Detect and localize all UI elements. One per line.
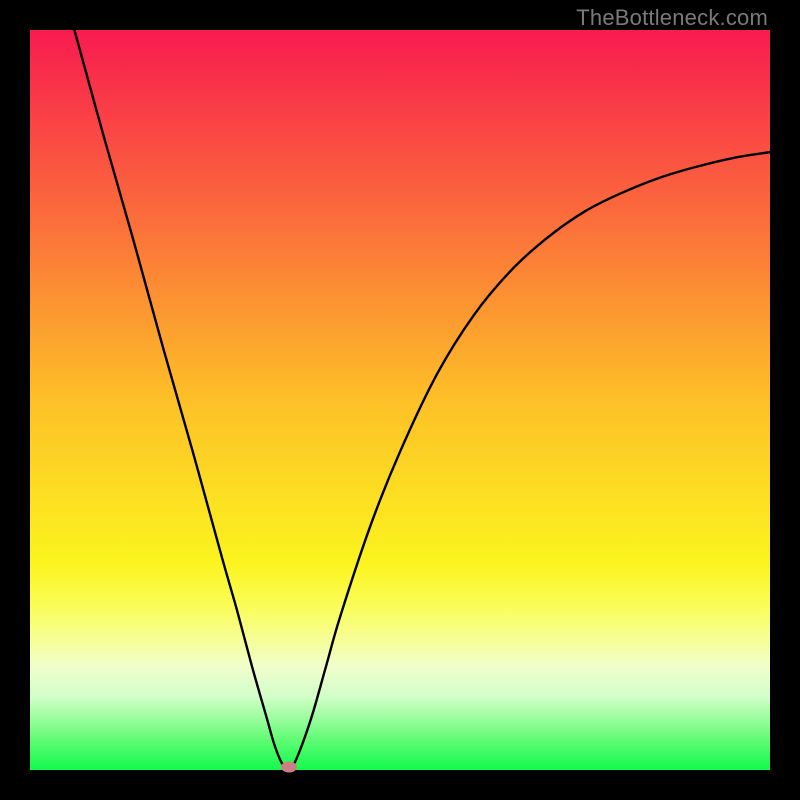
minimum-marker xyxy=(281,762,297,773)
plot-area xyxy=(30,30,770,770)
curve-line xyxy=(30,30,770,770)
watermark-text: TheBottleneck.com xyxy=(576,5,768,31)
chart-frame: TheBottleneck.com xyxy=(0,0,800,800)
